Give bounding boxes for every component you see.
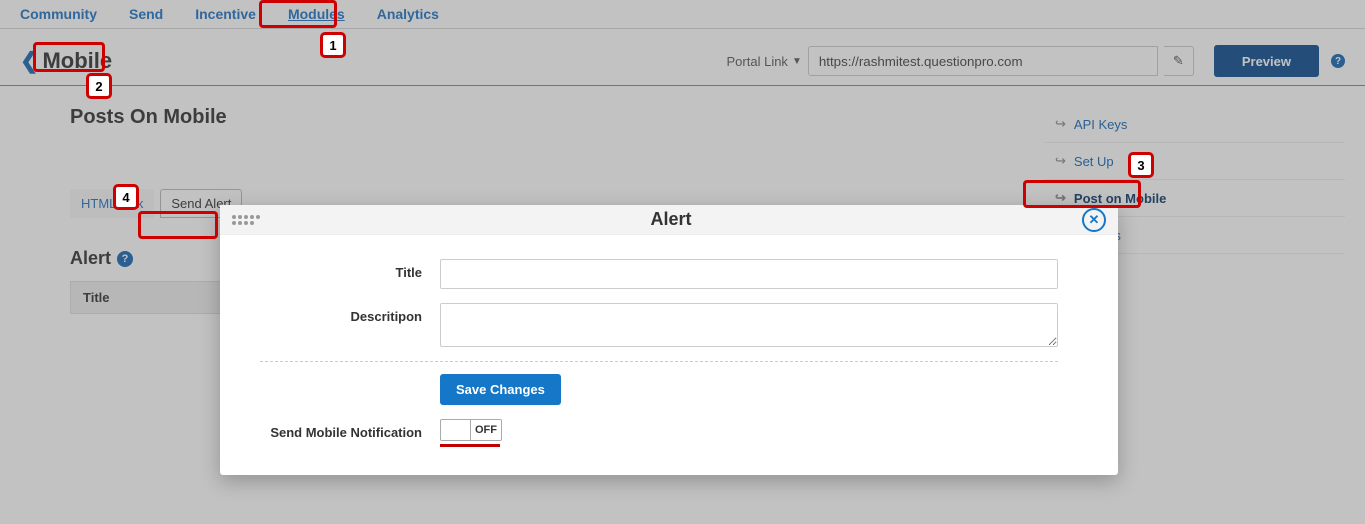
callout-3: 3	[1128, 152, 1154, 178]
label-description: Descritipon	[260, 303, 440, 324]
alert-modal: Alert ✕ Title Descritipon Save Changes S…	[220, 205, 1118, 475]
modal-title: Alert	[260, 209, 1082, 230]
callout-box-1	[259, 0, 337, 28]
toggle-knob	[441, 420, 471, 440]
input-title[interactable]	[440, 259, 1058, 289]
row-notification: Send Mobile Notification OFF	[260, 419, 1058, 447]
label-notification: Send Mobile Notification	[260, 419, 440, 440]
row-description: Descritipon	[260, 303, 1058, 347]
drag-handle-icon[interactable]	[220, 215, 260, 225]
toggle-underline	[440, 444, 500, 447]
row-save: Save Changes	[260, 374, 1058, 405]
row-title: Title	[260, 259, 1058, 289]
input-description[interactable]	[440, 303, 1058, 347]
callout-box-3	[1023, 180, 1141, 208]
callout-2: 2	[86, 73, 112, 99]
divider	[260, 361, 1058, 362]
label-title: Title	[260, 259, 440, 280]
save-changes-button[interactable]: Save Changes	[440, 374, 561, 405]
modal-close-button[interactable]: ✕	[1082, 208, 1106, 232]
toggle-off-label: OFF	[471, 420, 501, 440]
modal-body: Title Descritipon Save Changes Send Mobi…	[220, 235, 1118, 475]
modal-header: Alert ✕	[220, 205, 1118, 235]
callout-box-4	[138, 211, 218, 239]
close-icon: ✕	[1089, 212, 1100, 228]
callout-1: 1	[320, 32, 346, 58]
callout-box-2	[33, 42, 105, 72]
notification-toggle[interactable]: OFF	[440, 419, 502, 441]
callout-4: 4	[113, 184, 139, 210]
